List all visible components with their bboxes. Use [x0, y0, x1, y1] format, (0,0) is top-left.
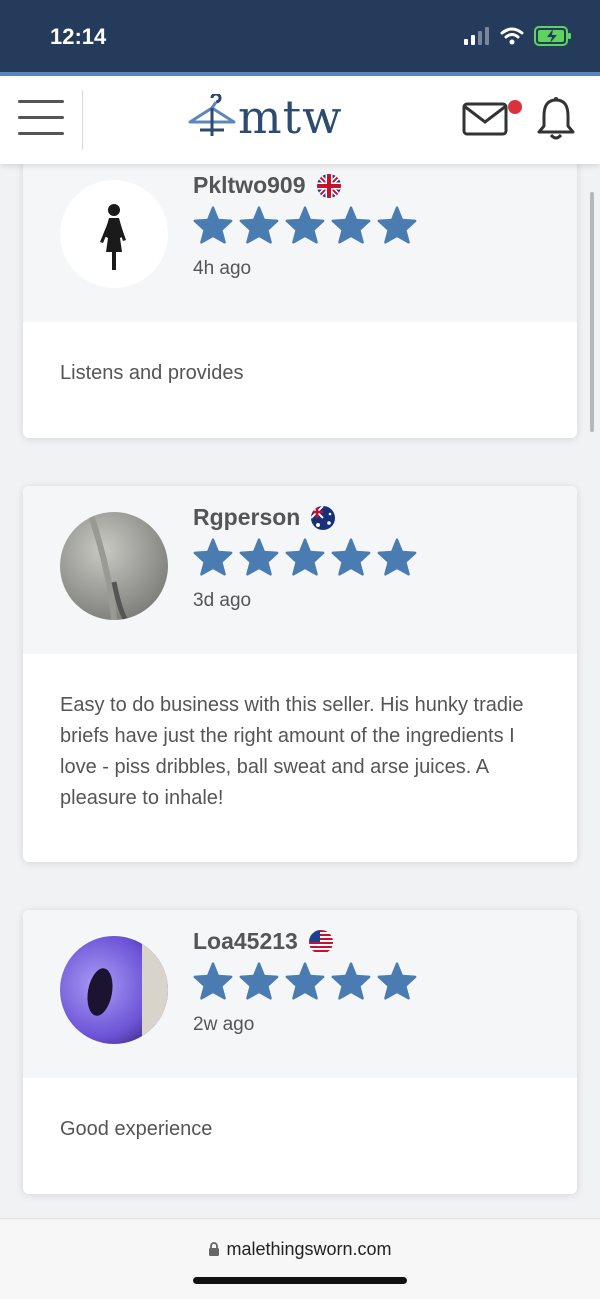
reviewer-username[interactable]: Loa45213: [193, 928, 298, 955]
browser-address-bar[interactable]: malethingsworn.com: [0, 1218, 600, 1299]
review-header: Pkltwo909 4h ago: [23, 164, 577, 322]
notification-dot: [508, 100, 522, 114]
review-text: Listens and provides: [60, 362, 244, 384]
status-time: 12:14: [50, 24, 107, 49]
review-header: Rgperson 3d ago: [23, 486, 577, 654]
signal-icon: [464, 27, 489, 45]
star-rating: [193, 206, 417, 244]
review-author: Loa45213: [193, 928, 334, 955]
star-icon: [331, 962, 371, 1000]
review-card: Pkltwo909 4h ago Listens and provides: [23, 164, 577, 438]
nav-divider: [82, 90, 83, 150]
review-time: 2w ago: [193, 1014, 255, 1035]
scrollbar[interactable]: [590, 192, 594, 432]
status-bar: 12:14: [0, 0, 600, 72]
star-icon: [377, 206, 417, 244]
star-rating: [193, 538, 417, 576]
avatar[interactable]: [60, 512, 168, 620]
review-text: Easy to do business with this seller. Hi…: [60, 694, 524, 809]
star-icon: [285, 962, 325, 1000]
star-icon: [377, 538, 417, 576]
review-time: 4h ago: [193, 258, 252, 279]
australia-flag-icon: [311, 505, 336, 530]
star-icon: [285, 206, 325, 244]
star-rating: [193, 962, 417, 1000]
star-icon: [285, 538, 325, 576]
battery-icon: [534, 26, 571, 46]
default-female-avatar-icon: [100, 204, 126, 270]
star-icon: [377, 962, 417, 1000]
uk-flag-icon: [316, 173, 341, 198]
review-header: Loa45213 2w ago: [23, 910, 577, 1078]
top-navbar: mtw: [0, 76, 600, 164]
review-author: Rgperson: [193, 504, 336, 531]
review-author: Pkltwo909: [193, 172, 342, 199]
logo-text: mtw: [238, 90, 343, 144]
reviews-list[interactable]: Pkltwo909 4h ago Listens and provides Rg…: [0, 164, 600, 1218]
user-photo: [60, 936, 168, 1044]
review-text: Good experience: [60, 1118, 213, 1140]
star-icon: [239, 538, 279, 576]
review-card: Rgperson 3d ago Easy to do business with…: [23, 486, 577, 862]
avatar[interactable]: [60, 180, 168, 288]
user-photo: [60, 512, 168, 620]
avatar[interactable]: [60, 936, 168, 1044]
menu-button[interactable]: [18, 98, 64, 138]
url-display[interactable]: malethingsworn.com: [0, 1239, 600, 1260]
bell-icon[interactable]: [536, 96, 576, 140]
star-icon: [239, 962, 279, 1000]
url-text: malethingsworn.com: [226, 1239, 392, 1259]
star-icon: [239, 206, 279, 244]
star-icon: [331, 538, 371, 576]
hanger-logo-icon: [188, 94, 236, 136]
review-card: Loa45213 2w ago Good experience: [23, 910, 577, 1194]
site-logo[interactable]: mtw: [186, 94, 342, 140]
messages-icon[interactable]: [462, 102, 508, 136]
star-icon: [193, 538, 233, 576]
reviewer-username[interactable]: Rgperson: [193, 504, 300, 531]
reviewer-username[interactable]: Pkltwo909: [193, 172, 306, 199]
lock-icon: [209, 1242, 220, 1256]
home-indicator[interactable]: [193, 1277, 407, 1284]
wifi-icon: [500, 27, 524, 45]
star-icon: [193, 962, 233, 1000]
us-flag-icon: [308, 929, 333, 954]
star-icon: [331, 206, 371, 244]
star-icon: [193, 206, 233, 244]
review-time: 3d ago: [193, 590, 252, 611]
